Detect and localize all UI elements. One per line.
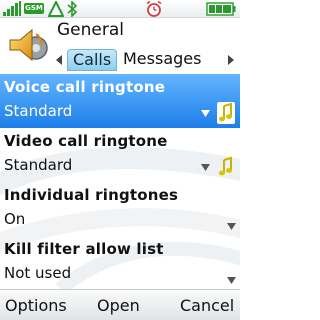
music-note-icon bbox=[219, 156, 232, 176]
status-bar: GSM bbox=[0, 0, 240, 18]
music-note-icon bbox=[217, 102, 235, 124]
list-item-voice-call-ringtone[interactable]: Voice call ringtone Standard bbox=[0, 74, 240, 128]
list-item-label: Voice call ringtone bbox=[4, 78, 166, 96]
battery-icon bbox=[206, 2, 236, 16]
list-item-kill-filter-allow-list[interactable]: Kill filter allow list Not used bbox=[0, 236, 240, 289]
list-item-video-call-ringtone[interactable]: Video call ringtone Standard bbox=[0, 128, 240, 182]
softkey-bar: Options Open Cancel bbox=[0, 289, 240, 320]
list-item-label: Individual ringtones bbox=[4, 186, 179, 204]
settings-list: Voice call ringtone Standard Video call … bbox=[0, 74, 240, 289]
alarm-icon bbox=[146, 0, 162, 17]
list-item-label: Kill filter allow list bbox=[4, 240, 164, 258]
bluetooth-icon bbox=[67, 1, 78, 17]
page-title: General bbox=[57, 20, 124, 40]
warning-triangle-icon bbox=[48, 1, 64, 17]
open-softkey[interactable]: Open bbox=[97, 296, 140, 315]
dropdown-arrow-icon bbox=[227, 277, 236, 284]
tab-calls[interactable]: Calls bbox=[67, 49, 118, 71]
dropdown-arrow-icon bbox=[227, 223, 236, 230]
gsm-icon: GSM bbox=[24, 3, 44, 14]
tab-bar: Calls Messages bbox=[52, 49, 240, 71]
header: General Calls Messages bbox=[0, 18, 240, 74]
list-item-value: On bbox=[4, 210, 26, 228]
dropdown-arrow-icon bbox=[201, 110, 210, 117]
dropdown-arrow-icon bbox=[201, 164, 210, 171]
options-softkey[interactable]: Options bbox=[5, 296, 67, 315]
chevron-left-icon[interactable] bbox=[52, 52, 66, 68]
list-item-value: Standard bbox=[4, 102, 73, 120]
settings-speaker-icon bbox=[9, 28, 48, 62]
list-item-label: Video call ringtone bbox=[4, 132, 168, 150]
signal-icon bbox=[3, 1, 21, 16]
cancel-softkey[interactable]: Cancel bbox=[180, 296, 234, 315]
list-item-individual-ringtones[interactable]: Individual ringtones On bbox=[0, 182, 240, 236]
list-item-value: Not used bbox=[4, 264, 72, 282]
tab-messages[interactable]: Messages bbox=[123, 49, 201, 71]
chevron-right-icon[interactable] bbox=[224, 52, 238, 68]
list-item-value: Standard bbox=[4, 156, 73, 174]
